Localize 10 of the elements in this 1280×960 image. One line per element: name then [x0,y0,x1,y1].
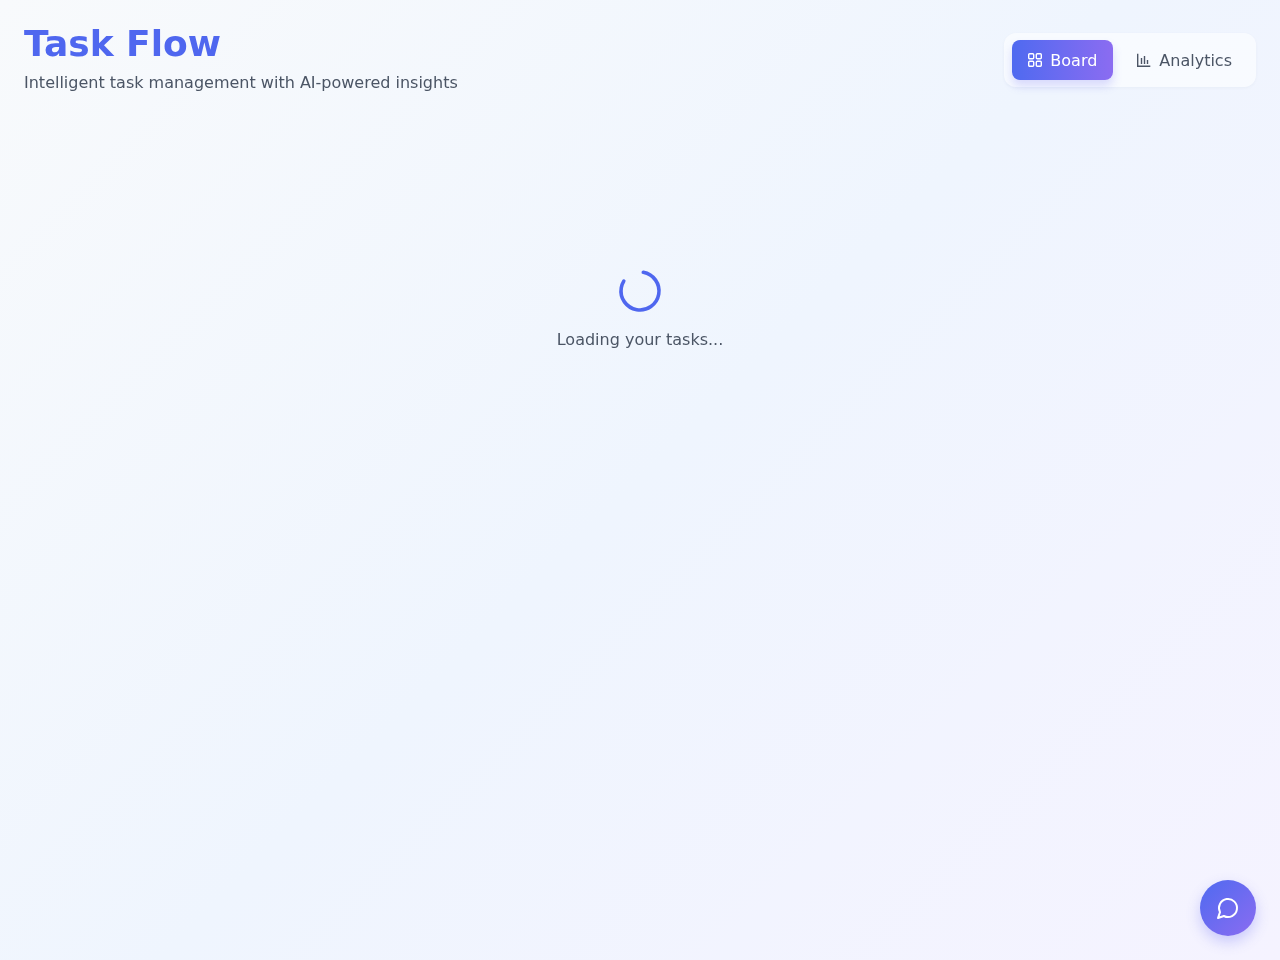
chat-button[interactable] [1200,880,1256,936]
loading-message: Loading your tasks... [556,329,724,351]
app-title: Task Flow [24,24,223,64]
grid-icon [1028,53,1043,67]
bar-chart-icon [1137,53,1152,67]
spinner-icon [618,269,662,313]
app-subtitle: Intelligent task management with AI-powered insights [24,72,458,94]
chat-bubble-icon [1216,896,1240,920]
view-tab[interactable]: Board [1012,40,1114,80]
view-tab[interactable]: Analytics [1121,40,1248,80]
